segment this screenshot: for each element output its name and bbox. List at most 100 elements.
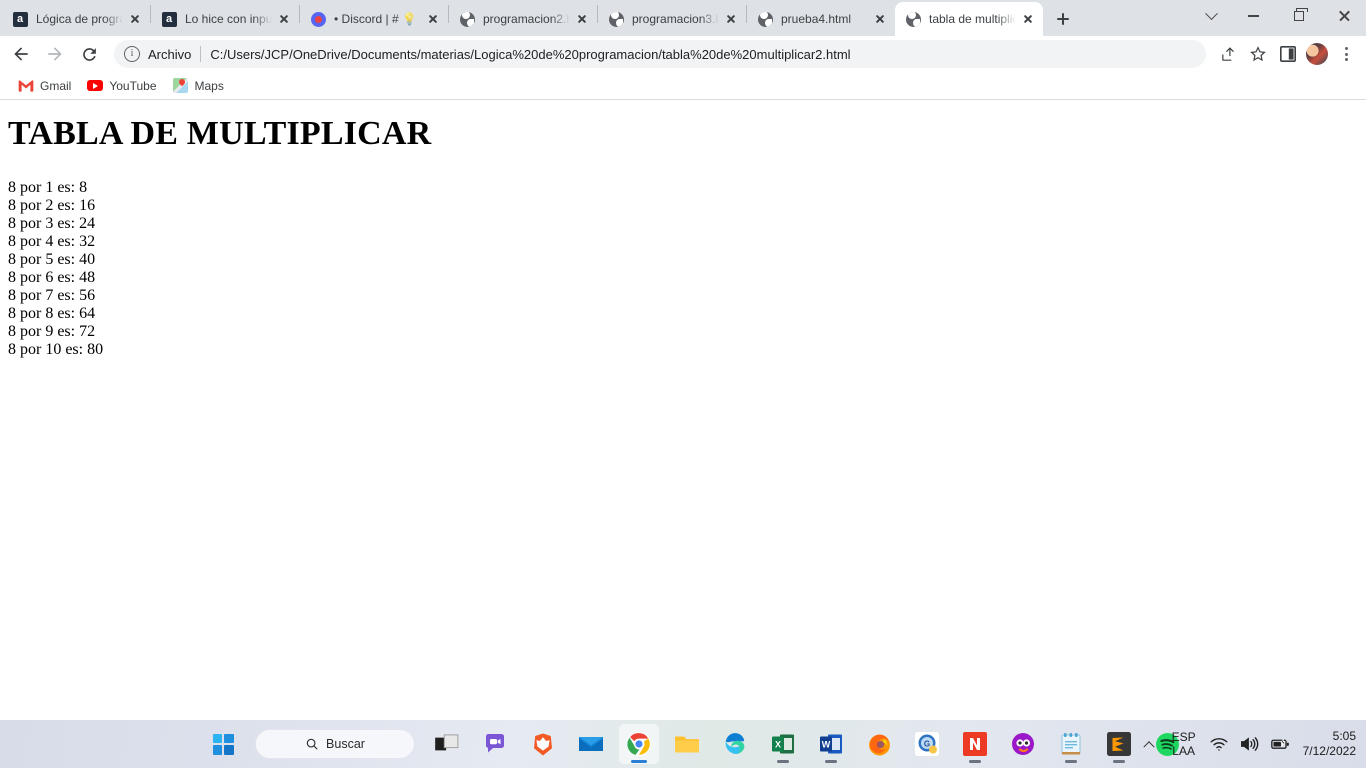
tray-overflow-chevron-up-icon[interactable] (1138, 733, 1160, 755)
taskbar-app-excel[interactable]: X (763, 724, 803, 764)
taskbar-app-game[interactable]: G (907, 724, 947, 764)
taskbar-app-chrome[interactable] (619, 724, 659, 764)
taskbar-app-sublime-text[interactable] (1099, 724, 1139, 764)
taskbar-app-notepad[interactable] (1051, 724, 1091, 764)
volume-icon[interactable] (1239, 733, 1261, 755)
multiplication-table-list: 8 por 1 es: 8 8 por 2 es: 16 8 por 3 es:… (8, 179, 1358, 359)
firefox-icon (868, 734, 890, 755)
audible-a-icon: a (161, 11, 177, 27)
page-title: TABLA DE MULTIPLICAR (8, 115, 432, 152)
tab-close-icon[interactable] (1020, 11, 1036, 27)
taskbar-search-label: Buscar (326, 737, 365, 751)
chat-icon (486, 734, 504, 753)
taskbar-app-mail[interactable] (571, 724, 611, 764)
browser-toolbar: i Archivo C:/Users/JCP/OneDrive/Document… (0, 36, 1366, 72)
bookmarks-bar: Gmail YouTube Maps (0, 72, 1366, 100)
battery-icon[interactable] (1270, 733, 1292, 755)
table-line: 8 por 6 es: 48 (8, 269, 96, 287)
window-controls (1191, 0, 1366, 36)
reload-icon[interactable] (74, 39, 104, 69)
tab-search-chevron-down-icon[interactable] (1191, 0, 1231, 32)
notepad-icon (1061, 733, 1081, 755)
wifi-icon[interactable] (1208, 733, 1230, 755)
globe-icon (905, 11, 921, 27)
tab-close-icon[interactable] (276, 11, 292, 27)
bookmark-label: Gmail (40, 78, 72, 93)
taskbar-app-word[interactable]: W (811, 724, 851, 764)
scheme-label: Archivo (148, 46, 192, 62)
browser-tab-1[interactable]: a Lógica de progra (2, 2, 150, 36)
clock-date: 7/12/2022 (1302, 744, 1356, 758)
clock-time: 5:05 (1332, 729, 1356, 743)
word-icon: W (820, 734, 842, 754)
language-line-1: ESP (1171, 730, 1196, 744)
browser-tab-2[interactable]: a Lo hice con input (151, 2, 299, 36)
bookmark-label: YouTube (109, 78, 157, 93)
forward-arrow-icon[interactable] (40, 39, 70, 69)
bookmark-label: Maps (194, 78, 224, 93)
globe-icon (757, 11, 773, 27)
address-bar[interactable]: i Archivo C:/Users/JCP/OneDrive/Document… (114, 40, 1206, 68)
tab-close-icon[interactable] (574, 11, 590, 27)
file-explorer-icon (675, 736, 699, 753)
browser-tab-4[interactable]: programacion2.h (449, 2, 597, 36)
table-line: 8 por 9 es: 72 (8, 323, 96, 341)
profile-avatar[interactable] (1306, 43, 1328, 65)
mail-icon (579, 737, 603, 751)
discord-icon (310, 11, 326, 27)
bookmark-gmail[interactable]: Gmail (10, 75, 79, 97)
table-line: 8 por 7 es: 56 (8, 287, 96, 305)
brave-icon (534, 733, 552, 755)
chrome-menu-icon[interactable] (1332, 40, 1360, 68)
browser-tab-7-active[interactable]: tabla de multiplic (895, 2, 1043, 36)
taskbar-app-edge[interactable] (715, 724, 755, 764)
side-panel-icon[interactable] (1274, 40, 1302, 68)
youtube-icon (87, 78, 104, 94)
browser-tab-6[interactable]: prueba4.html (747, 2, 895, 36)
taskbar-app-firefox[interactable] (859, 724, 899, 764)
tab-close-icon[interactable] (872, 11, 888, 27)
taskbar-app-netbeans[interactable] (955, 724, 995, 764)
back-arrow-icon[interactable] (6, 39, 36, 69)
bookmark-youtube[interactable]: YouTube (79, 75, 164, 97)
browser-window: a Lógica de progra a Lo hice con input •… (0, 0, 1366, 720)
browser-tab-5[interactable]: programacion3.h (598, 2, 746, 36)
language-line-2: LAA (1172, 744, 1195, 758)
globe-icon (459, 11, 475, 27)
maximize-button[interactable] (1276, 0, 1321, 32)
taskbar-app-brave[interactable] (523, 724, 563, 764)
excel-icon: X (772, 734, 794, 754)
taskbar-clock[interactable]: 5:05 7/12/2022 (1303, 729, 1356, 759)
bookmark-maps[interactable]: Maps (165, 75, 232, 97)
omnibox-divider (200, 46, 202, 62)
tab-close-icon[interactable] (425, 11, 441, 27)
taskbar-app-chat[interactable] (475, 724, 515, 764)
taskbar-app-purple[interactable] (1003, 724, 1043, 764)
start-button[interactable] (203, 724, 243, 764)
game-icon: G (915, 732, 939, 756)
browser-tab-3[interactable]: • Discord | # 💡 |e (300, 2, 448, 36)
tab-strip: a Lógica de progra a Lo hice con input •… (0, 0, 1366, 36)
purple-app-icon (1012, 733, 1034, 755)
taskbar-app-task-view[interactable] (427, 724, 467, 764)
close-window-button[interactable] (1321, 0, 1366, 32)
maps-icon (173, 78, 189, 94)
new-tab-button[interactable] (1049, 5, 1077, 33)
table-line: 8 por 8 es: 64 (8, 305, 96, 323)
task-view-icon (435, 734, 459, 751)
taskbar-app-file-explorer[interactable] (667, 724, 707, 764)
share-icon[interactable] (1214, 40, 1242, 68)
netbeans-icon (963, 732, 987, 756)
language-indicator[interactable]: ESP LAA (1169, 730, 1199, 758)
tab-title: Lo hice con input (185, 12, 272, 26)
taskbar-search[interactable]: Buscar (255, 729, 415, 759)
url-text[interactable]: C:/Users/JCP/OneDrive/Documents/materias… (210, 47, 1194, 62)
tab-close-icon[interactable] (127, 11, 143, 27)
tab-close-icon[interactable] (723, 11, 739, 27)
table-line: 8 por 10 es: 80 (8, 341, 104, 359)
bookmark-star-icon[interactable] (1244, 40, 1272, 68)
minimize-button[interactable] (1231, 0, 1276, 32)
tab-title: prueba4.html (781, 12, 852, 26)
taskbar-apps: Buscar X W G (175, 724, 1191, 764)
info-circle-icon[interactable]: i (124, 46, 140, 62)
